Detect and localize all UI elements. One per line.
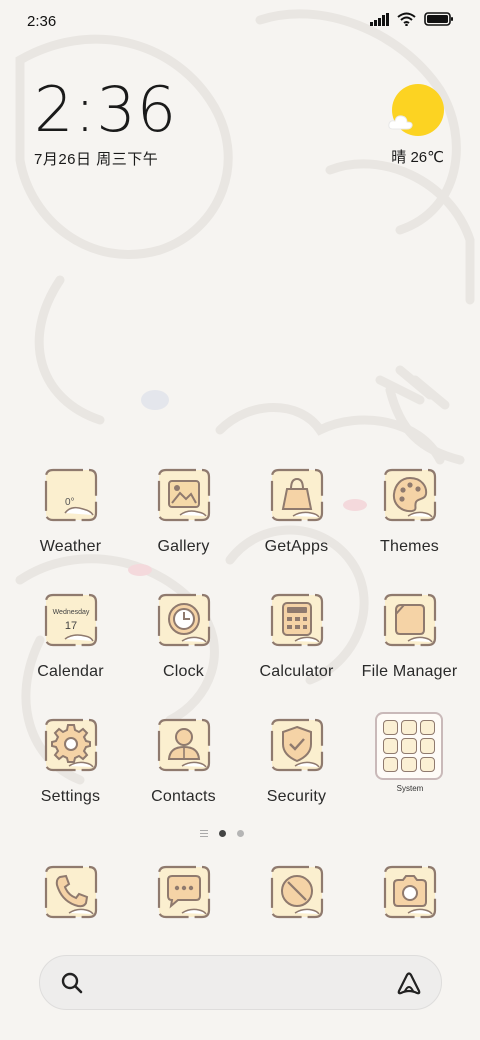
folder-icon: [383, 593, 436, 647]
page-dot: [237, 830, 244, 837]
app-label: Themes: [380, 538, 439, 555]
clock-widget[interactable]: 2:36 7月26日 周三下午: [34, 78, 177, 169]
person-icon: [157, 718, 210, 772]
folder-label: System: [396, 784, 424, 793]
shield-check-icon: [270, 718, 323, 772]
camera-icon: [383, 865, 436, 919]
app-contacts[interactable]: Contacts: [127, 717, 240, 806]
app-clock[interactable]: Clock: [127, 592, 240, 681]
mini-app-icon: [383, 756, 399, 772]
status-icons: [370, 12, 454, 26]
weather-icon: 0°: [44, 468, 97, 522]
app-security[interactable]: Security: [240, 717, 353, 806]
mini-app-icon: [419, 738, 435, 754]
palette-icon: [383, 468, 436, 522]
folder-grid-icon: [375, 712, 443, 780]
clock-icon: [157, 593, 210, 647]
dock-phone[interactable]: [14, 864, 127, 925]
calendar-icon: Wednesday 17: [44, 593, 97, 647]
dock-messages[interactable]: [127, 864, 240, 925]
mini-app-icon: [419, 756, 435, 772]
status-bar: 2:36: [0, 0, 480, 42]
app-label: Calendar: [37, 663, 104, 680]
app-label: Settings: [40, 788, 101, 805]
weather-text: 晴 26℃: [391, 149, 444, 166]
browser-icon: [270, 865, 323, 919]
search-bar[interactable]: [39, 955, 442, 1010]
mini-app-icon: [383, 720, 399, 736]
assistant-icon[interactable]: [395, 969, 423, 997]
app-calendar[interactable]: Wednesday 17 Calendar: [14, 592, 127, 681]
gear-icon: [44, 718, 97, 772]
app-label: GetApps: [264, 538, 329, 555]
mini-app-icon: [383, 738, 399, 754]
app-label: File Manager: [361, 663, 458, 680]
calendar-icon-date: 17: [64, 620, 76, 632]
phone-icon: [44, 865, 97, 919]
cloud-icon: [388, 115, 413, 130]
app-label: Security: [266, 788, 327, 805]
status-time: 2:36: [27, 13, 57, 30]
mini-app-icon: [401, 738, 417, 754]
calendar-icon-day: Wednesday: [52, 609, 89, 616]
mini-app-icon: [419, 720, 435, 736]
app-label: Contacts: [151, 788, 216, 805]
page-indicator[interactable]: [200, 830, 244, 837]
search-icon[interactable]: [60, 971, 84, 995]
widget-time: 2:36: [34, 73, 178, 146]
app-drawer-lines-icon: [200, 830, 208, 837]
dock-browser[interactable]: [240, 864, 353, 925]
app-label: Clock: [162, 663, 204, 680]
app-label: Weather: [39, 538, 102, 555]
calculator-icon: [270, 593, 323, 647]
app-weather[interactable]: 0° Weather: [14, 467, 127, 556]
app-themes[interactable]: Themes: [353, 467, 466, 556]
weather-widget[interactable]: 晴 26℃: [384, 84, 444, 174]
app-getapps[interactable]: GetApps: [240, 467, 353, 556]
weather-icon-text: 0°: [65, 497, 75, 508]
mini-app-icon: [401, 720, 417, 736]
mini-app-icon: [401, 756, 417, 772]
app-settings[interactable]: Settings: [14, 717, 127, 806]
app-file-manager[interactable]: File Manager: [353, 592, 466, 681]
app-calculator[interactable]: Calculator: [240, 592, 353, 681]
app-label: Gallery: [157, 538, 210, 555]
shopping-bag-icon: [270, 468, 323, 522]
gallery-icon: [157, 468, 210, 522]
folder-system[interactable]: System: [375, 712, 445, 793]
signal-icon: [370, 12, 389, 26]
message-icon: [157, 865, 210, 919]
app-gallery[interactable]: Gallery: [127, 467, 240, 556]
page-dot-active: [219, 830, 226, 837]
wifi-icon: [397, 12, 416, 26]
dock-camera[interactable]: [353, 864, 466, 925]
app-label: Calculator: [259, 663, 334, 680]
battery-icon: [424, 12, 453, 26]
widget-date: 7月26日 周三下午: [34, 151, 159, 168]
